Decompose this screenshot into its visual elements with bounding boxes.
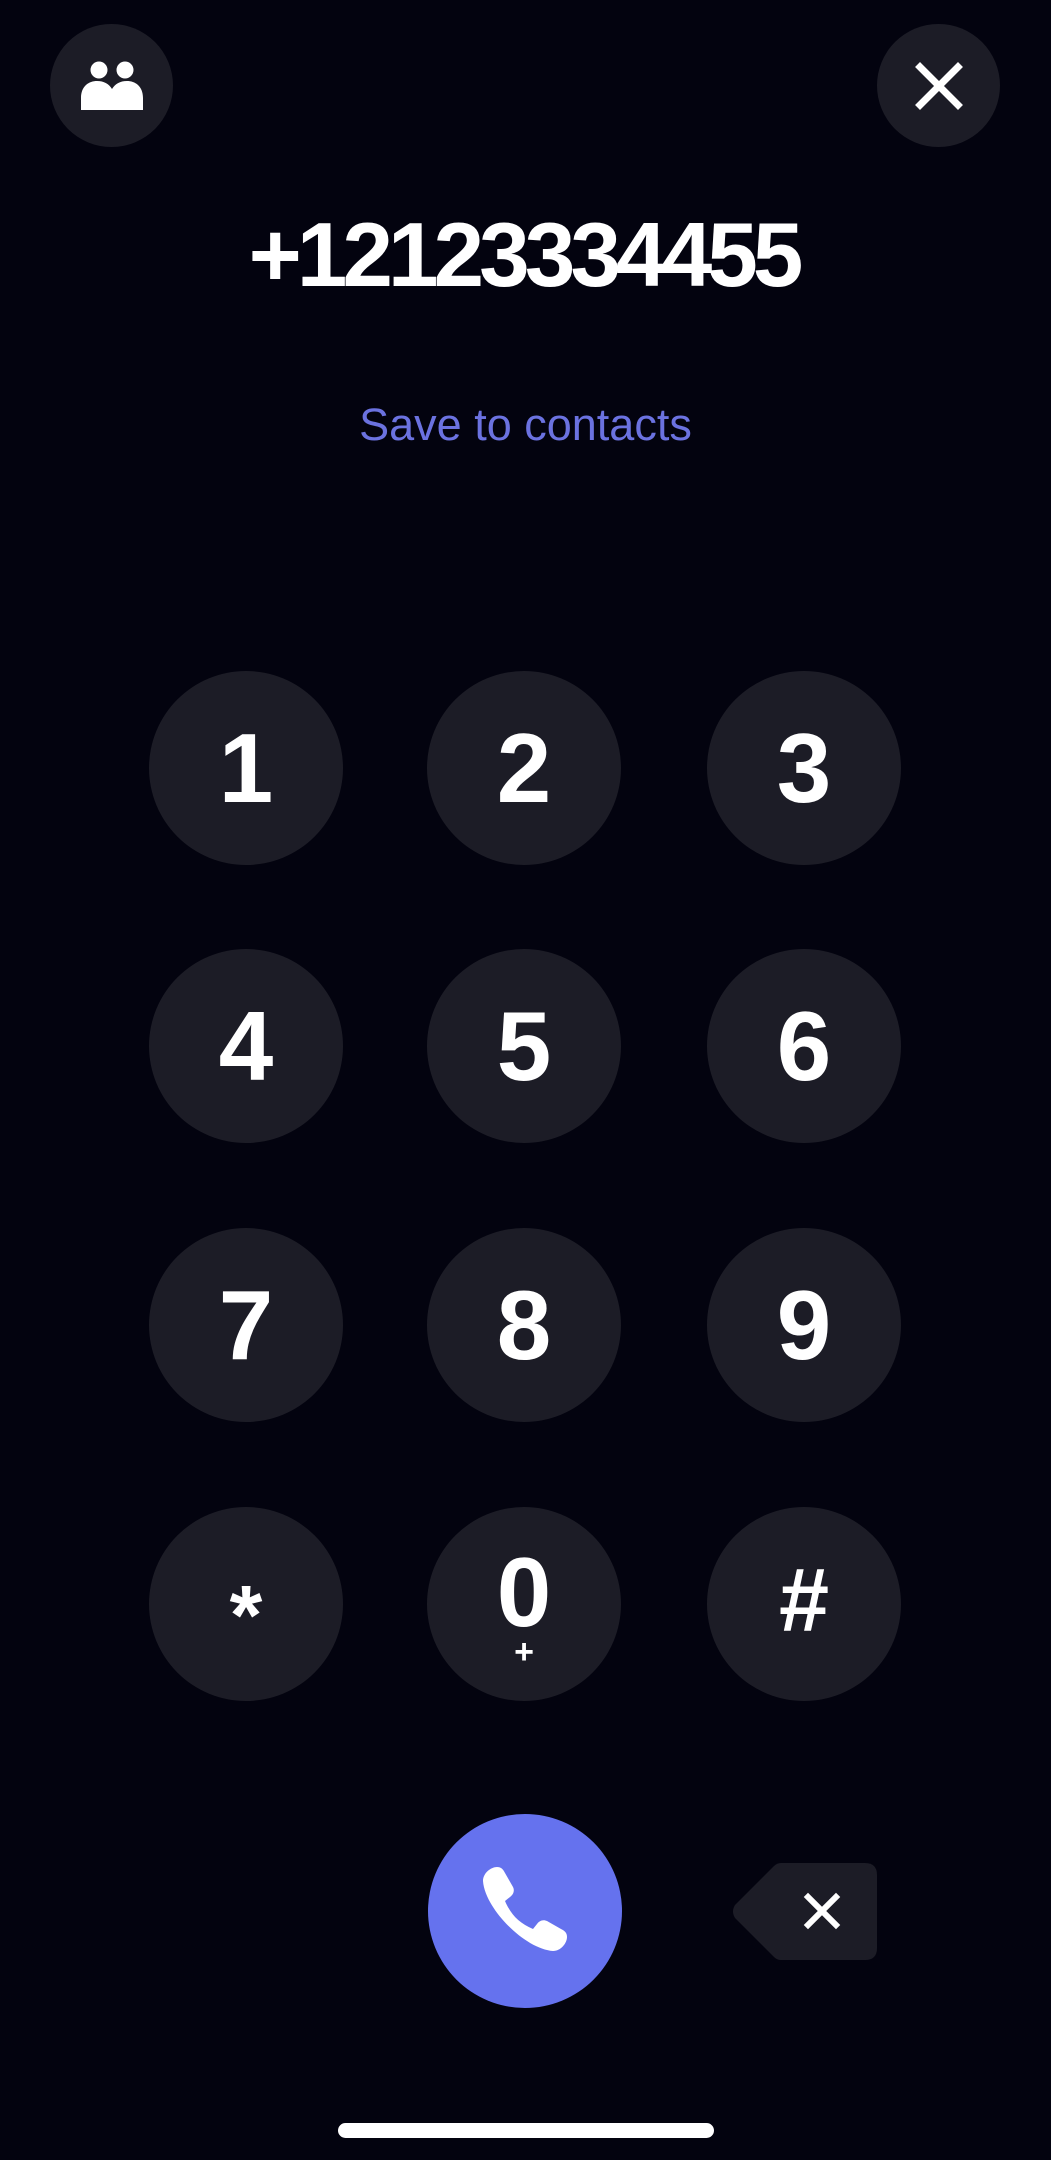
key-digit: 0 xyxy=(496,1537,552,1647)
key-digit: 7 xyxy=(218,1270,274,1380)
key-sub-label: + xyxy=(514,1633,534,1671)
key-digit: 6 xyxy=(776,991,832,1101)
contacts-button[interactable] xyxy=(50,24,173,147)
key-6[interactable]: 6 xyxy=(707,949,901,1143)
key-9[interactable]: 9 xyxy=(707,1228,901,1422)
key-digit: # xyxy=(778,1551,830,1651)
key-5[interactable]: 5 xyxy=(427,949,621,1143)
key-star[interactable]: * xyxy=(149,1507,343,1701)
save-to-contacts-link[interactable]: Save to contacts xyxy=(0,395,1051,455)
key-4[interactable]: 4 xyxy=(149,949,343,1143)
call-button[interactable] xyxy=(428,1814,622,2008)
key-digit: 1 xyxy=(218,713,274,823)
key-8[interactable]: 8 xyxy=(427,1228,621,1422)
key-digit: 5 xyxy=(496,991,552,1101)
dialed-number: +12123334455 xyxy=(248,205,804,306)
close-icon xyxy=(914,61,964,111)
key-digit: 9 xyxy=(776,1270,832,1380)
key-0[interactable]: 0 + xyxy=(427,1507,621,1701)
dialer-screen: +12123334455 Save to contacts 1 2 3 4 5 … xyxy=(0,0,1051,2160)
key-7[interactable]: 7 xyxy=(149,1228,343,1422)
backspace-icon xyxy=(733,1863,877,1960)
key-3[interactable]: 3 xyxy=(707,671,901,865)
key-2[interactable]: 2 xyxy=(427,671,621,865)
key-digit: 4 xyxy=(218,991,274,1101)
key-digit: 8 xyxy=(496,1270,552,1380)
phone-icon xyxy=(475,1859,575,1964)
key-1[interactable]: 1 xyxy=(149,671,343,865)
key-hash[interactable]: # xyxy=(707,1507,901,1701)
key-digit: 3 xyxy=(776,713,832,823)
home-indicator[interactable] xyxy=(338,2123,714,2138)
backspace-button[interactable] xyxy=(731,1863,877,1960)
contacts-icon xyxy=(79,60,145,112)
key-digit: * xyxy=(229,1568,263,1662)
close-button[interactable] xyxy=(877,24,1000,147)
key-digit: 2 xyxy=(496,713,552,823)
